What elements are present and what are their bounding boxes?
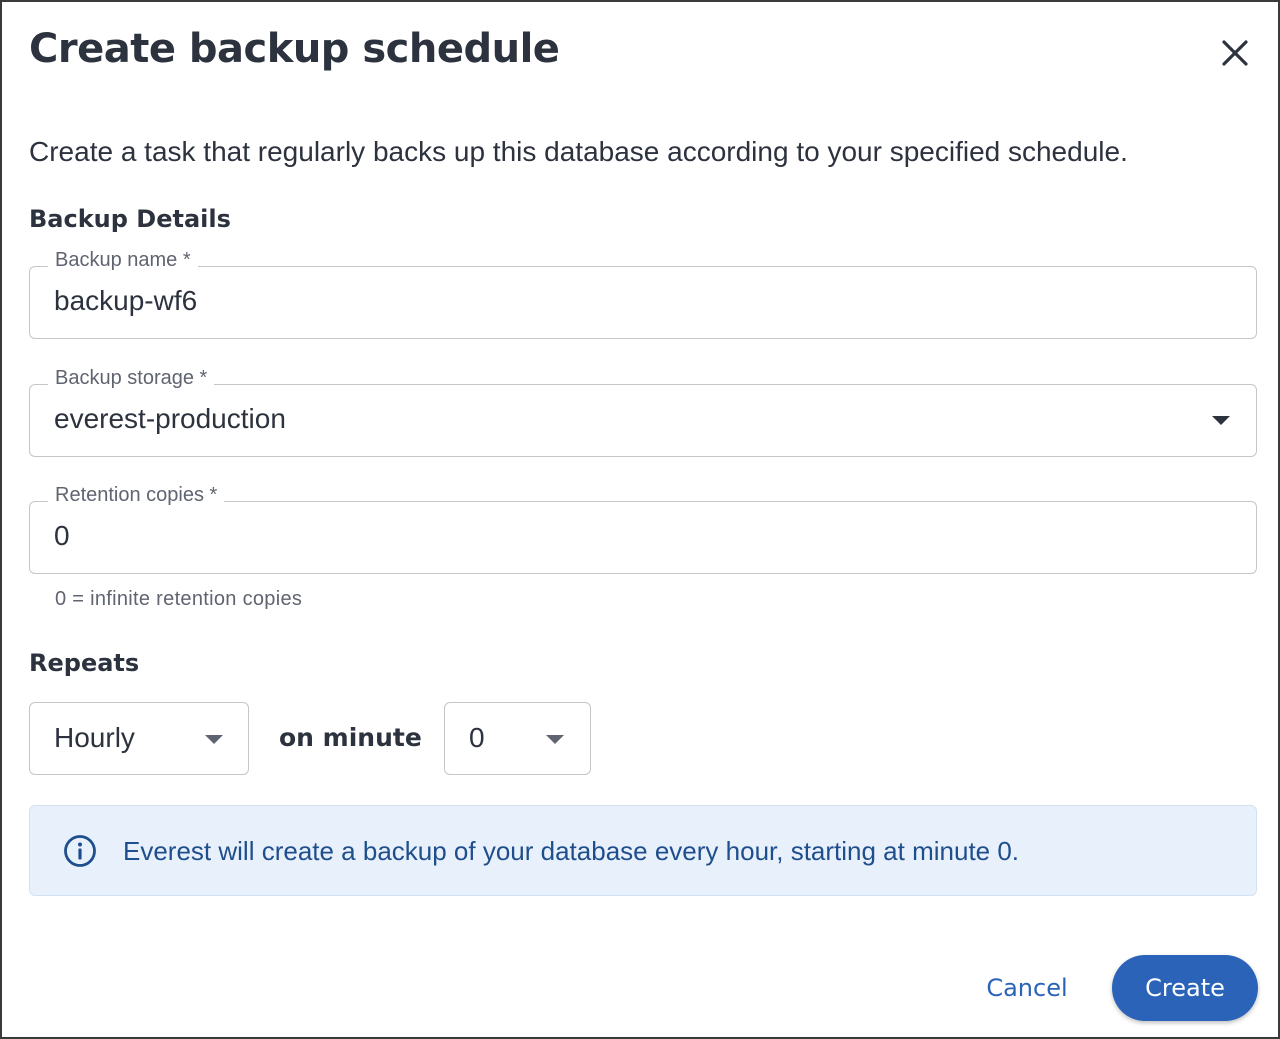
minute-select[interactable]: 0 [444,702,591,775]
chevron-down-icon [546,735,564,744]
backup-name-value: backup-wf6 [54,285,198,316]
dialog-title: Create backup schedule [29,26,560,72]
backup-details-heading: Backup Details [29,205,231,233]
retention-copies-helper: 0 = infinite retention copies [55,588,303,610]
chevron-down-icon [1212,416,1230,425]
create-button[interactable]: Create [1112,955,1258,1021]
create-backup-schedule-dialog: Create backup schedule Create a task tha… [0,0,1280,1039]
repeat-frequency-value: Hourly [54,722,135,753]
close-button[interactable] [1214,32,1256,74]
chevron-down-icon [205,735,223,744]
backup-storage-value: everest-production [54,403,286,434]
repeat-frequency-select[interactable]: Hourly [29,702,249,775]
info-icon [64,835,96,867]
repeats-heading: Repeats [29,649,140,677]
backup-name-field[interactable]: Backup name * backup-wf6 [29,249,1257,339]
minute-value: 0 [469,722,485,753]
schedule-info-alert: Everest will create a backup of your dat… [29,805,1257,896]
dialog-description: Create a task that regularly backs up th… [29,136,1128,167]
retention-copies-label: Retention copies * [48,484,225,507]
backup-storage-select[interactable]: Backup storage * everest-production [29,367,1257,457]
close-icon [1222,40,1248,66]
backup-storage-label: Backup storage * [48,367,215,390]
backup-name-label: Backup name * [48,249,198,272]
retention-copies-value: 0 [54,520,70,551]
retention-copies-field[interactable]: Retention copies * 0 [29,484,1257,574]
cancel-button[interactable]: Cancel [968,962,1086,1014]
schedule-info-message: Everest will create a backup of your dat… [123,836,1020,866]
on-minute-label: on minute [279,723,422,752]
